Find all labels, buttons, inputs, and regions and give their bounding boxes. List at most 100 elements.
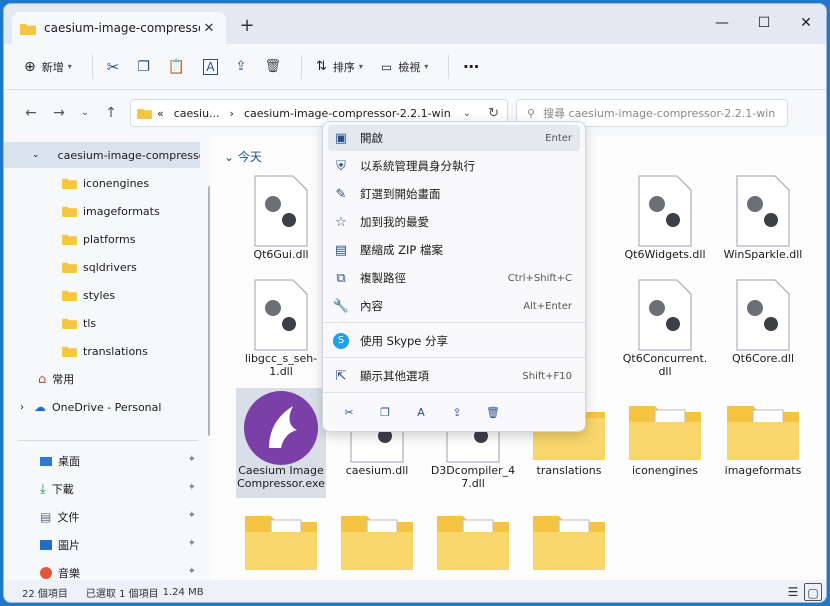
recent-dropdown[interactable]: ⌄ (76, 104, 94, 122)
copy-button[interactable]: ❐ (131, 52, 156, 82)
scissors-icon[interactable]: ✂ (331, 400, 367, 426)
sidebar-item-label: 文件 (57, 511, 80, 524)
cut-button[interactable]: ✂ (101, 52, 126, 82)
sidebar-item-downloads[interactable]: ⤓ 下載 ✦ (4, 476, 200, 502)
pin-icon: ✦ (187, 538, 196, 549)
menu-compress-zip[interactable]: ▤ 壓縮成 ZIP 檔案 (328, 237, 580, 263)
sidebar-item-label: iconengines (83, 176, 150, 190)
folder-icon (62, 206, 77, 217)
download-icon: ⤓ (40, 481, 46, 497)
music-icon (40, 567, 52, 579)
breadcrumb-overflow[interactable]: « (157, 107, 164, 120)
sidebar-item-current[interactable]: ⌄ caesium-image-compressor (4, 142, 200, 168)
close-tab-icon[interactable]: ✕ (200, 21, 218, 36)
sidebar-item-pictures[interactable]: 圖片 ✦ (4, 532, 200, 558)
breadcrumb-current[interactable]: caesium-image-compressor-2.2.1-win (244, 107, 451, 120)
sidebar-item-folder[interactable]: styles (4, 282, 200, 308)
sidebar-item-folder[interactable]: imageformats (4, 198, 200, 224)
menu-more-options[interactable]: ⇱ 顯示其他選項 Shift+F10 (328, 363, 580, 389)
sidebar-item-folder[interactable]: tls (4, 310, 200, 336)
open-icon: ▣ (334, 130, 348, 146)
paste-icon: 📋 (167, 58, 186, 75)
chevron-down-icon[interactable]: ⌄ (463, 108, 471, 119)
wrench-icon: 🔧 (332, 298, 350, 314)
search-placeholder: 搜尋 caesium-image-compressor-2.2.1-win (543, 107, 776, 120)
more-button[interactable]: ⋯ (457, 52, 485, 82)
menu-properties[interactable]: 🔧 內容 Alt+Enter (328, 293, 580, 319)
menu-pin-start[interactable]: ✎ 釘選到開始畫面 (328, 181, 580, 207)
folder-icon (62, 318, 77, 329)
pin-icon: ✦ (187, 482, 196, 493)
sidebar-item-documents[interactable]: ▤ 文件 ✦ (4, 504, 200, 530)
view-button[interactable]: ▭ 檢視 ▾ (375, 52, 434, 82)
share-icon[interactable]: ⇪ (439, 400, 475, 426)
star-icon: ☆ (335, 214, 347, 230)
file-name: Qt6Concurrent.dll (622, 352, 708, 378)
sort-label: 排序 (332, 60, 355, 74)
folder-item[interactable] (524, 500, 614, 576)
folder-item[interactable]: imageformats (718, 388, 808, 498)
document-icon: ▤ (40, 510, 52, 524)
sidebar-item-onedrive[interactable]: › ☁ OneDrive - Personal (4, 394, 200, 420)
rename-button[interactable]: A (197, 52, 223, 82)
maximize-button[interactable]: ☐ (744, 10, 784, 36)
new-tab-button[interactable]: + (236, 16, 258, 38)
sidebar-item-folder[interactable]: platforms (4, 226, 200, 252)
tab-current[interactable]: caesium-image-compressor-2 ✕ (12, 12, 226, 44)
scissors-icon: ✂ (106, 57, 120, 76)
sidebar-item-label: 下載 (51, 483, 74, 496)
up-button[interactable]: ↑ (102, 104, 120, 122)
sidebar-item-folder[interactable]: translations (4, 338, 200, 364)
refresh-icon[interactable]: ↻ (488, 106, 499, 121)
sidebar-item-folder[interactable]: sqldrivers (4, 254, 200, 280)
details-view-button[interactable]: ☰ (784, 583, 802, 601)
folder-item[interactable] (428, 500, 518, 576)
file-name: Qt6Core.dll (731, 352, 795, 365)
menu-add-favorites[interactable]: ☆ 加到我的最愛 (328, 209, 580, 235)
sidebar-item-folder[interactable]: iconengines (4, 170, 200, 196)
minimize-button[interactable]: — (702, 10, 742, 36)
share-button[interactable]: ⇪ (230, 52, 253, 82)
breadcrumb-item[interactable]: caesiu... (174, 107, 220, 120)
sidebar-item-desktop[interactable]: 桌面 ✦ (4, 448, 200, 474)
folder-item[interactable] (332, 500, 422, 576)
chevron-down-icon: ▾ (424, 62, 429, 71)
file-item-selected[interactable]: Caesium Image Compressor.exe (236, 388, 326, 498)
file-item[interactable]: Qt6Core.dll (718, 276, 808, 386)
folder-icon (62, 290, 77, 301)
menu-label: 以系統管理員身分執行 (360, 159, 475, 173)
menu-copy-path[interactable]: ⧉ 複製路徑 Ctrl+Shift+C (328, 265, 580, 291)
breadcrumb-separator: › (229, 106, 234, 120)
folder-item[interactable] (236, 500, 326, 576)
chevron-down-icon: ▾ (358, 62, 363, 71)
close-window-button[interactable]: ✕ (786, 10, 826, 36)
new-button[interactable]: ⊕ 新增 ▾ (18, 52, 78, 82)
sort-button[interactable]: ⇅ 排序 ▾ (310, 52, 369, 82)
copy-icon[interactable]: ❐ (367, 400, 403, 426)
delete-button[interactable]: 🗑 (258, 52, 287, 82)
tiles-view-button[interactable]: ▢ (804, 583, 822, 601)
sort-icon: ⇅ (315, 59, 327, 74)
trash-icon[interactable]: 🗑 (475, 400, 511, 426)
paste-button[interactable]: 📋 (162, 52, 191, 82)
file-item[interactable]: Qt6Widgets.dll (620, 172, 710, 282)
file-item[interactable]: Qt6Concurrent.dll (620, 276, 710, 386)
sidebar-item-home[interactable]: ⌂ 常用 (4, 366, 200, 392)
file-item[interactable]: Qt6Gui.dll (236, 172, 326, 282)
menu-open[interactable]: ▣ 開啟 Enter (328, 125, 580, 151)
group-header[interactable]: ⌄ 今天 (224, 148, 262, 165)
back-button[interactable]: ← (22, 104, 40, 122)
folder-icon (137, 108, 152, 119)
forward-button[interactable]: → (50, 104, 68, 122)
zip-icon: ▤ (334, 242, 348, 258)
menu-share-skype[interactable]: S 使用 Skype 分享 (328, 328, 580, 354)
dll-file-icon (254, 175, 308, 247)
folder-item[interactable]: iconengines (620, 388, 710, 498)
file-item[interactable]: WinSparkle.dll (718, 172, 808, 282)
folder-icon (62, 178, 77, 189)
rename-icon[interactable]: A (403, 400, 439, 426)
menu-shortcut: Enter (545, 132, 572, 144)
menu-run-as-admin[interactable]: ⛨ 以系統管理員身分執行 (328, 153, 580, 179)
file-item[interactable]: libgcc_s_seh-1.dll (236, 276, 326, 386)
chevron-down-icon: ⌄ (224, 150, 238, 164)
